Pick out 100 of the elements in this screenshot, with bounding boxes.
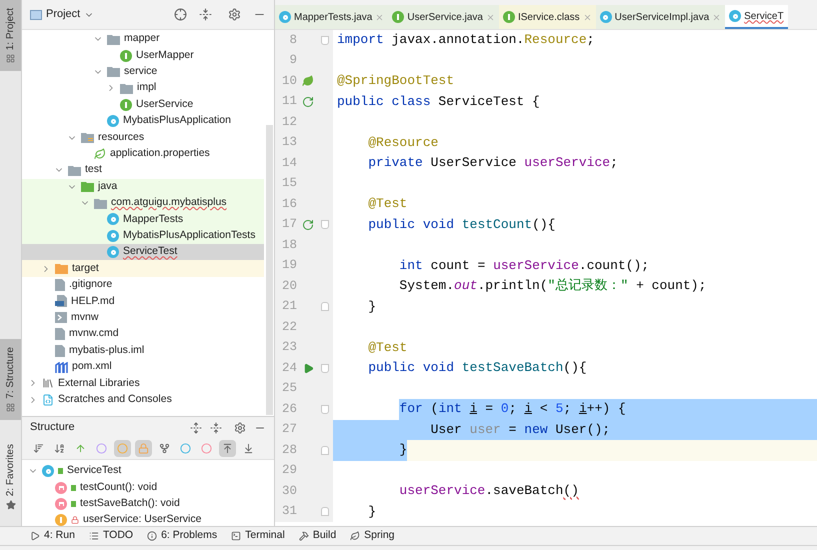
editor-tab[interactable]: MapperTests.java [275, 5, 388, 29]
editor-tab[interactable]: ServiceT [725, 5, 788, 29]
close-icon[interactable] [486, 12, 495, 22]
tree-item[interactable]: External Libraries [22, 375, 264, 392]
arrow-up-icon [75, 443, 86, 454]
line-number: 17 [280, 216, 297, 234]
tool-window-button[interactable]: TODO [88, 528, 134, 544]
expand-icon[interactable] [190, 422, 202, 434]
fold-start-icon[interactable] [321, 364, 329, 373]
tool-window-button[interactable]: Build [298, 528, 336, 544]
tree-item[interactable]: test [22, 162, 264, 179]
file-icon [55, 279, 65, 292]
tree-item[interactable]: MybatisPlusApplicationTests [22, 228, 264, 244]
panel-title: Structure [30, 420, 75, 436]
toolbar-button[interactable] [219, 440, 236, 457]
tree-item[interactable]: pom.xml [22, 358, 264, 376]
test-class-icon [107, 230, 119, 242]
close-icon[interactable] [582, 12, 592, 22]
panel-icon [6, 54, 15, 64]
tree-item[interactable]: java [22, 178, 264, 195]
line-number: 11 [280, 93, 297, 110]
editor-tab[interactable]: UserServiceImpl.java [596, 5, 726, 29]
tool-window-button[interactable]: Spring [350, 528, 395, 544]
circle-icon [117, 443, 128, 454]
fold-end-icon[interactable] [321, 446, 329, 455]
tree-item[interactable]: mvnw.cmd [22, 326, 264, 342]
tool-window-button[interactable]: 4: Run [30, 528, 75, 544]
package-folder-icon [107, 66, 120, 78]
close-icon[interactable] [712, 12, 722, 22]
line-number: 28 [280, 442, 297, 459]
rerun-icon[interactable] [302, 96, 314, 108]
tree-item[interactable]: userService: UserService [22, 512, 274, 529]
resources-folder-icon [81, 132, 94, 144]
file-icon [55, 328, 65, 340]
close-icon[interactable] [375, 12, 384, 22]
interface-icon [392, 11, 404, 23]
tree-item[interactable]: UserMapper [22, 47, 264, 64]
tree-item[interactable]: testSaveBatch(): void [22, 496, 274, 512]
fork-icon [159, 443, 170, 454]
tree-item[interactable]: testCount(): void [22, 479, 274, 496]
settings-icon[interactable] [234, 422, 246, 434]
tool-window-button[interactable]: 6: Problems [147, 528, 218, 544]
method-icon [55, 498, 67, 510]
tree-item[interactable]: service [22, 64, 264, 80]
tree-item[interactable]: application.properties [22, 146, 264, 162]
fold-start-icon[interactable] [321, 404, 329, 414]
tree-item[interactable]: impl [22, 80, 264, 97]
fold-start-icon[interactable] [321, 36, 329, 45]
code-line: @Test [367, 338, 408, 356]
collapse-icon[interactable] [199, 8, 212, 21]
test-class-icon [107, 246, 119, 258]
scratch-file-icon [42, 394, 54, 406]
tree-item[interactable]: .gitignore [22, 276, 264, 294]
panel-icon [6, 402, 15, 412]
panel-title[interactable]: Project [46, 6, 80, 23]
scrollbar[interactable] [266, 125, 273, 415]
fold-end-icon[interactable] [321, 507, 329, 516]
tree-item[interactable]: resources [22, 129, 264, 146]
tool-window-tab[interactable]: 2: Favorites [0, 436, 21, 518]
leaf-icon[interactable] [302, 75, 314, 88]
leaf-icon [94, 148, 106, 160]
tool-window-tab[interactable]: 7: Structure [0, 339, 21, 420]
tree-item[interactable]: ServiceTest [22, 463, 274, 480]
fold-start-icon[interactable] [321, 220, 329, 230]
crosshair-icon[interactable] [174, 8, 187, 21]
tree-item[interactable]: UserService [22, 96, 264, 113]
code-line: for (int i = 0; i < 5; i++) { [333, 399, 817, 420]
info-icon [147, 531, 158, 541]
tree-item[interactable]: Scratches and Consoles [22, 392, 264, 408]
package-folder-icon [107, 34, 120, 45]
class-icon [107, 115, 119, 128]
tree-item[interactable]: mybatis-plus.iml [22, 342, 264, 359]
tree-item[interactable]: HELP.md [22, 293, 264, 310]
line-number: 25 [280, 380, 297, 398]
tool-window-button[interactable]: Terminal [231, 528, 285, 544]
script-file-icon [55, 312, 67, 324]
tree-item[interactable]: MapperTests [22, 211, 264, 228]
editor-tab[interactable]: IService.class [498, 5, 596, 29]
tree-item[interactable]: target [22, 260, 264, 277]
circle-icon [96, 443, 107, 454]
tree-item[interactable]: ServiceTest [22, 244, 264, 260]
settings-icon[interactable] [228, 8, 241, 21]
code-line: public void testSaveBatch(){ [367, 359, 588, 377]
code-line: } [367, 298, 378, 316]
tree-item[interactable]: com.atguigu.mybatisplus [22, 194, 264, 212]
editor-tab[interactable]: UserService.java [388, 5, 499, 29]
circle-icon [180, 443, 191, 454]
tool-window-tab[interactable]: 1: Project [0, 0, 21, 72]
sort-alpha-icon [54, 443, 65, 454]
tree-item[interactable]: mapper [22, 31, 264, 48]
fold-end-icon[interactable] [321, 302, 329, 312]
run-icon[interactable] [302, 362, 314, 374]
tree-item[interactable]: mvnw [22, 310, 264, 326]
test-class-icon [729, 10, 742, 22]
arrow-down-to-line-icon [243, 443, 254, 454]
package-folder-icon [94, 198, 107, 209]
interface-icon [120, 98, 132, 111]
collapse-icon[interactable] [210, 422, 222, 434]
rerun-icon[interactable] [302, 218, 314, 231]
tree-item[interactable]: MybatisPlusApplication [22, 112, 264, 130]
